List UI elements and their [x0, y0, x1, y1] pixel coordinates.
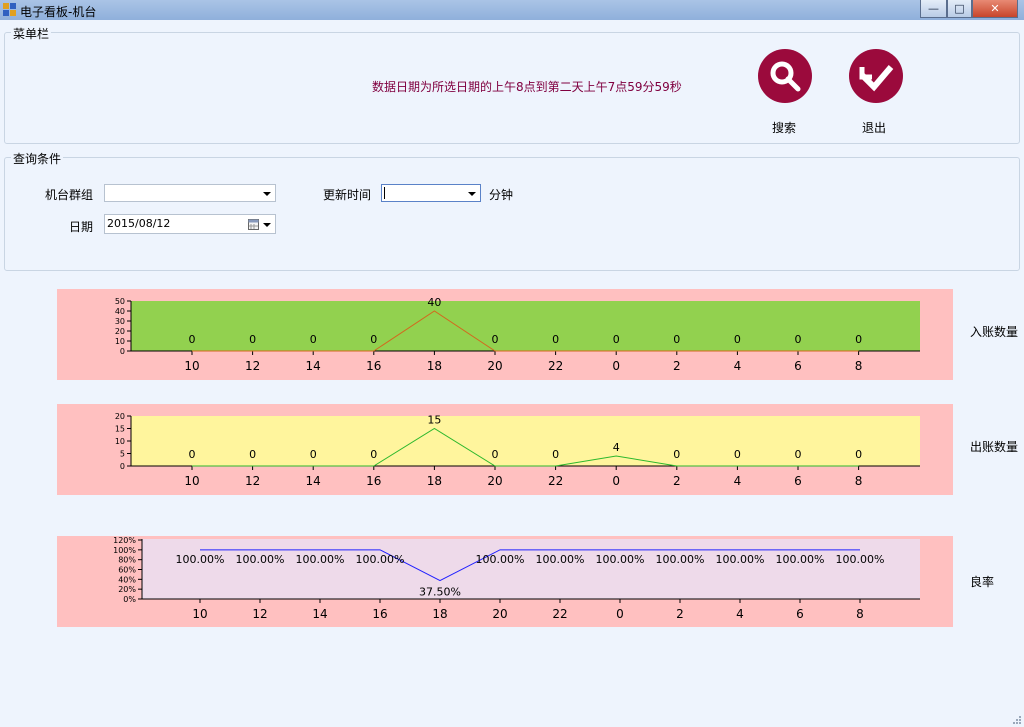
data-label: 37.50% — [419, 586, 461, 599]
y-tick-label: 100% — [113, 546, 136, 555]
y-tick-label: 50 — [115, 297, 125, 306]
x-tick-label: 16 — [372, 607, 387, 621]
y-tick-label: 0 — [120, 347, 125, 356]
data-label: 40 — [427, 296, 441, 309]
data-label: 0 — [613, 333, 620, 346]
x-tick-label: 6 — [796, 607, 804, 621]
data-label: 100.00% — [236, 553, 285, 566]
x-tick-label: 18 — [432, 607, 447, 621]
x-tick-label: 12 — [245, 359, 260, 373]
x-tick-label: 20 — [492, 607, 507, 621]
x-tick-label: 0 — [616, 607, 624, 621]
data-label: 4 — [613, 441, 620, 454]
data-label: 15 — [427, 414, 441, 427]
chart-0: 0102030405010 12 14 16 18 20 22 0 2 4 6 80 0 0 0400 0 0 0… — [57, 289, 953, 380]
chart-label-out-count: 出账数量 — [970, 440, 1019, 454]
y-tick-label: 15 — [115, 425, 125, 434]
data-label: 0 — [370, 448, 377, 461]
data-label: 100.00% — [356, 553, 405, 566]
data-label: 0 — [795, 448, 802, 461]
charts-area: 0102030405010 12 14 16 18 20 22 0 2 4 6 80 0 0 0400 0 0 0… — [57, 289, 953, 627]
y-tick-label: 0% — [123, 595, 136, 604]
y-tick-label: 20 — [115, 412, 125, 421]
data-label: 100.00% — [596, 553, 645, 566]
x-tick-label: 20 — [487, 474, 502, 488]
x-tick-label: 4 — [736, 607, 744, 621]
data-label: 0 — [795, 333, 802, 346]
chart-2: 0%20%40%60%80%100%120% 10 12 14 16 18 20 22 0 2 4 6… — [57, 536, 953, 627]
y-tick-label: 20 — [115, 327, 125, 336]
x-tick-label: 6 — [794, 474, 802, 488]
data-label: 0 — [310, 448, 317, 461]
data-label: 0 — [673, 333, 680, 346]
y-tick-label: 40 — [115, 307, 125, 316]
data-label: 100.00% — [716, 553, 765, 566]
x-tick-label: 20 — [487, 359, 502, 373]
y-tick-label: 10 — [115, 437, 125, 446]
x-tick-label: 12 — [245, 474, 260, 488]
x-tick-label: 2 — [673, 474, 681, 488]
data-label: 0 — [189, 448, 196, 461]
data-label: 0 — [673, 448, 680, 461]
data-label: 100.00% — [296, 553, 345, 566]
data-label: 0 — [734, 333, 741, 346]
x-tick-label: 8 — [855, 359, 863, 373]
x-tick-label: 8 — [856, 607, 864, 621]
chart-label-yield: 良率 — [970, 575, 995, 589]
y-tick-label: 0 — [120, 462, 125, 471]
plot-area — [142, 539, 920, 599]
chart-label-in-count: 入账数量 — [970, 325, 1019, 339]
data-label: 0 — [189, 333, 196, 346]
data-label: 0 — [370, 333, 377, 346]
x-tick-label: 10 — [184, 474, 199, 488]
x-tick-label: 22 — [548, 359, 563, 373]
y-tick-label: 80% — [118, 556, 136, 565]
y-tick-label: 20% — [118, 585, 136, 594]
x-tick-label: 22 — [552, 607, 567, 621]
x-tick-label: 4 — [734, 474, 742, 488]
x-tick-label: 14 — [306, 474, 321, 488]
data-label: 0 — [310, 333, 317, 346]
x-tick-label: 0 — [612, 474, 620, 488]
x-tick-label: 18 — [427, 359, 442, 373]
data-label: 0 — [552, 448, 559, 461]
data-label: 100.00% — [176, 553, 225, 566]
data-label: 0 — [492, 448, 499, 461]
x-tick-label: 10 — [184, 359, 199, 373]
x-tick-label: 12 — [252, 607, 267, 621]
x-tick-label: 2 — [673, 359, 681, 373]
x-tick-label: 14 — [306, 359, 321, 373]
x-tick-label: 8 — [855, 474, 863, 488]
resize-grip-icon[interactable] — [1012, 715, 1022, 725]
data-label: 0 — [249, 448, 256, 461]
data-label: 0 — [552, 333, 559, 346]
x-tick-label: 22 — [548, 474, 563, 488]
x-tick-label: 4 — [734, 359, 742, 373]
x-tick-label: 0 — [612, 359, 620, 373]
y-tick-label: 40% — [118, 575, 136, 584]
x-tick-label: 18 — [427, 474, 442, 488]
y-tick-label: 30 — [115, 317, 125, 326]
data-label: 100.00% — [536, 553, 585, 566]
data-label: 100.00% — [836, 553, 885, 566]
y-tick-label: 10 — [115, 337, 125, 346]
data-label: 0 — [492, 333, 499, 346]
data-label: 0 — [855, 333, 862, 346]
x-tick-label: 10 — [192, 607, 207, 621]
x-tick-label: 16 — [366, 474, 381, 488]
y-tick-label: 5 — [120, 450, 125, 459]
data-label: 100.00% — [476, 553, 525, 566]
data-label: 100.00% — [776, 553, 825, 566]
x-tick-label: 2 — [676, 607, 684, 621]
data-label: 0 — [855, 448, 862, 461]
chart-1: 0 5 10 15 20 10 12 14 16 18 20 22 0 2 4 6 8 0 0 0 0 15 0 0 4 0 0 0 0 — [57, 404, 953, 495]
y-tick-label: 60% — [118, 566, 136, 575]
y-tick-label: 120% — [113, 536, 136, 545]
data-label: 0 — [249, 333, 256, 346]
x-tick-label: 16 — [366, 359, 381, 373]
data-label: 0 — [734, 448, 741, 461]
data-label: 100.00% — [656, 553, 705, 566]
x-tick-label: 14 — [312, 607, 327, 621]
x-tick-label: 6 — [794, 359, 802, 373]
